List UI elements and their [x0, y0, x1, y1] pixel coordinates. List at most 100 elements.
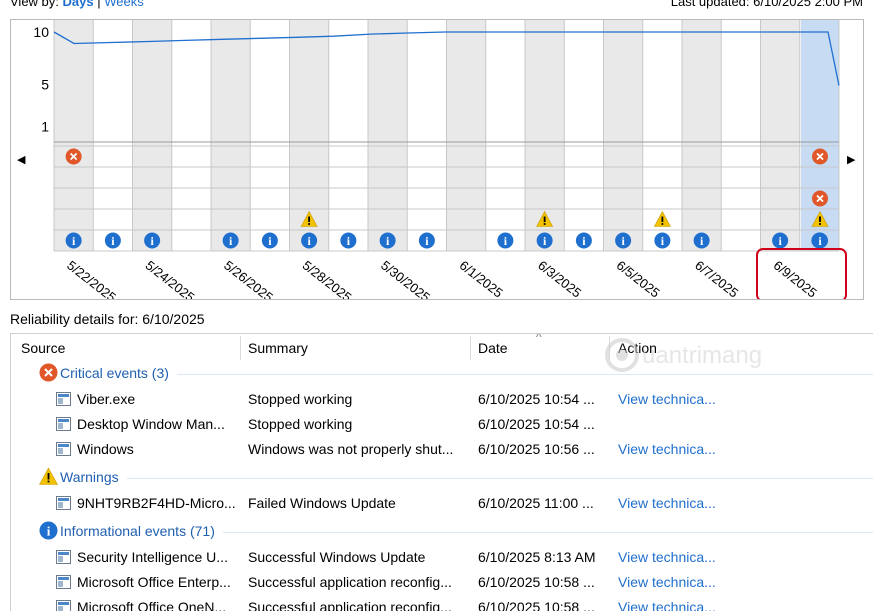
- reliability-chart[interactable]: 1051iiiiiiiiiiiiiiiiiiAVMVIn5/22/20255/2…: [10, 19, 864, 300]
- chart-column-shade: [604, 20, 643, 251]
- warning-icon-mark: [308, 223, 310, 225]
- cell-date: 6/10/2025 10:58 ...: [478, 574, 595, 590]
- cell-summary: Stopped working: [248, 416, 352, 432]
- view-technical-details-link[interactable]: View technica...: [618, 391, 716, 407]
- date-tick-label: 5/22/2025: [64, 258, 119, 299]
- chart-canvas: 1051iiiiiiiiiiiiiiiiiiAVMVIn5/22/20255/2…: [11, 20, 863, 299]
- view-days-link[interactable]: Days: [63, 0, 94, 9]
- date-tick-label: 6/9/2025: [771, 258, 820, 299]
- info-icon: i: [39, 521, 58, 540]
- view-technical-details-link[interactable]: View technica...: [618, 495, 716, 511]
- cell-summary: Windows was not properly shut...: [248, 441, 453, 457]
- event-group-header[interactable]: Warnings: [11, 466, 873, 491]
- event-group-header[interactable]: i Informational events (71): [11, 520, 873, 545]
- warning-icon-mark: [544, 217, 546, 223]
- warning-icon-mark: [308, 217, 310, 223]
- cell-summary: Successful application reconfig...: [248, 574, 452, 590]
- cell-summary: Stopped working: [248, 391, 352, 407]
- date-tick-label: 5/24/2025: [143, 258, 198, 299]
- y-tick-label: 10: [33, 24, 49, 40]
- cell-source: Security Intelligence U...: [77, 549, 228, 565]
- warning-icon-mark: [819, 217, 821, 223]
- application-icon: [56, 496, 71, 510]
- critical-icon: [39, 363, 58, 382]
- application-icon: [56, 575, 71, 589]
- cell-date: 6/10/2025 8:13 AM: [478, 549, 596, 565]
- application-icon: [56, 550, 71, 564]
- application-icon: [56, 392, 71, 406]
- table-row[interactable]: Microsoft Office OneN... Successful appli…: [11, 595, 873, 611]
- svg-text:i: i: [47, 524, 51, 539]
- cell-source: 9NHT9RB2F4HD-Micro...: [77, 495, 236, 511]
- cell-date: 6/10/2025 10:58 ...: [478, 599, 595, 611]
- chart-column-shade: [761, 20, 800, 251]
- chart-column-shade: [447, 20, 486, 251]
- cell-source: Viber.exe: [77, 391, 135, 407]
- date-tick-label: 5/26/2025: [221, 258, 276, 299]
- date-tick-label: 6/7/2025: [692, 258, 741, 299]
- table-row[interactable]: Desktop Window Man... Stopped working 6/10…: [11, 412, 873, 437]
- date-tick-label: 6/5/2025: [614, 258, 663, 299]
- cell-summary: Failed Windows Update: [248, 495, 396, 511]
- date-tick-label: 5/30/2025: [378, 258, 433, 299]
- view-technical-details-link[interactable]: View technica...: [618, 574, 716, 590]
- application-icon: [56, 442, 71, 456]
- date-tick-label: 6/3/2025: [535, 258, 584, 299]
- event-group-title: Informational events (71): [60, 523, 215, 539]
- table-row[interactable]: Security Intelligence U... Successful Win…: [11, 545, 873, 570]
- column-divider[interactable]: [470, 336, 471, 360]
- top-bar: View by: Days | Weeks Last updated: 6/10…: [10, 0, 863, 8]
- cell-date: 6/10/2025 11:00 ...: [478, 495, 594, 511]
- y-tick-label: 1: [41, 119, 49, 135]
- view-technical-details-link[interactable]: View technica...: [618, 441, 716, 457]
- sort-ascending-icon: ^: [536, 333, 542, 344]
- view-by-label: View by:: [10, 0, 59, 9]
- application-icon: [56, 600, 71, 611]
- cell-source: Desktop Window Man...: [77, 416, 225, 432]
- chart-column-shade: [682, 20, 721, 251]
- warning-icon-mark: [661, 217, 663, 223]
- warning-icon: [39, 467, 58, 486]
- group-divider: [223, 532, 873, 533]
- chart-column-shade: [211, 20, 250, 251]
- date-tick-label: 6/1/2025: [457, 258, 506, 299]
- event-group-title: Critical events (3): [60, 365, 169, 381]
- chart-column-shade: [368, 20, 407, 251]
- cell-summary: Successful application reconfig...: [248, 599, 452, 611]
- column-source[interactable]: Source: [21, 340, 65, 356]
- cell-source: Windows: [77, 441, 134, 457]
- details-label: Reliability details for: 6/10/2025: [10, 311, 205, 327]
- cell-source: Microsoft Office Enterp...: [77, 574, 231, 590]
- cell-date: 6/10/2025 10:54 ...: [478, 416, 595, 432]
- table-row[interactable]: Microsoft Office Enterp... Successful app…: [11, 570, 873, 595]
- chart-column-shade: [54, 20, 93, 251]
- svg-text:uantrimang: uantrimang: [642, 342, 762, 369]
- view-by: View by: Days | Weeks: [10, 0, 144, 9]
- view-technical-details-link[interactable]: View technica...: [618, 599, 716, 611]
- view-weeks-link[interactable]: Weeks: [104, 0, 144, 9]
- y-tick-label: 5: [41, 77, 49, 93]
- warning-icon-mark: [819, 223, 821, 225]
- column-summary[interactable]: Summary: [248, 340, 308, 356]
- application-icon: [56, 417, 71, 431]
- cell-date: 6/10/2025 10:56 ...: [478, 441, 595, 457]
- view-separator: |: [97, 0, 100, 9]
- warning-icon-mark: [544, 223, 546, 225]
- table-row[interactable]: Viber.exe Stopped working 6/10/2025 10:54 …: [11, 387, 873, 412]
- scroll-left-icon[interactable]: ◀: [17, 153, 25, 166]
- cell-summary: Successful Windows Update: [248, 549, 425, 565]
- scroll-right-icon[interactable]: ▶: [847, 153, 855, 166]
- chart-column-shade: [133, 20, 172, 251]
- table-row[interactable]: Windows Windows was not properly shut... 6…: [11, 437, 873, 462]
- column-divider[interactable]: [240, 336, 241, 360]
- view-technical-details-link[interactable]: View technica...: [618, 549, 716, 565]
- table-row[interactable]: 9NHT9RB2F4HD-Micro... Failed Windows Upda…: [11, 491, 873, 516]
- cell-date: 6/10/2025 10:54 ...: [478, 391, 595, 407]
- date-tick-label: 5/28/2025: [300, 258, 355, 299]
- event-group-title: Warnings: [60, 469, 119, 485]
- cell-source: Microsoft Office OneN...: [77, 599, 226, 611]
- last-updated: Last updated: 6/10/2025 2:00 PM: [671, 0, 863, 9]
- column-date[interactable]: Date: [478, 340, 508, 356]
- group-divider: [127, 478, 873, 479]
- warning-icon-mark: [661, 223, 663, 225]
